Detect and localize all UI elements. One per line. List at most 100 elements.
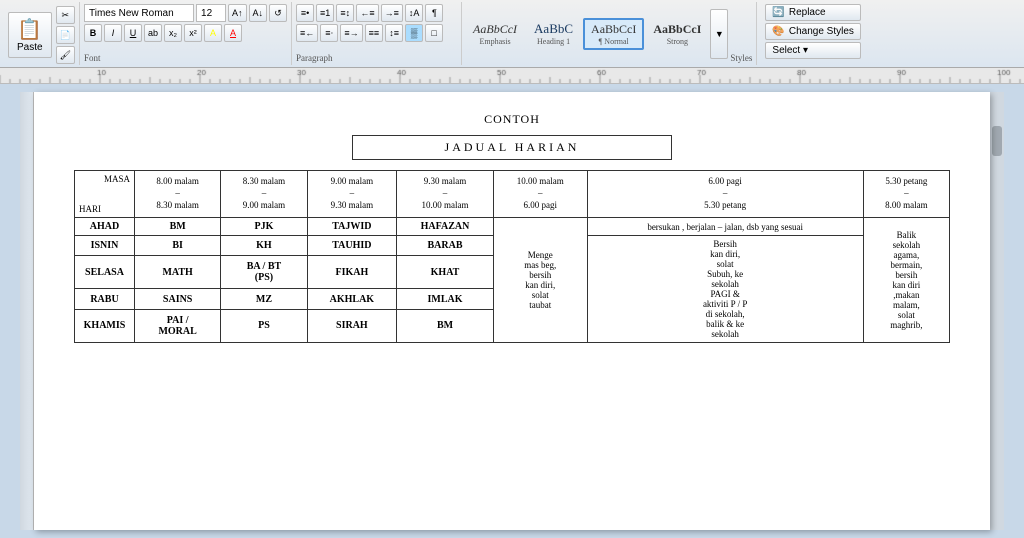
style-heading1[interactable]: AaBbC Heading 1 bbox=[526, 18, 581, 49]
increase-indent-button[interactable]: →≡ bbox=[381, 4, 403, 22]
styles-scroll-button[interactable]: ▼ bbox=[710, 9, 728, 59]
underline-button[interactable]: U bbox=[124, 24, 142, 42]
shading-button[interactable]: ▒ bbox=[405, 24, 423, 42]
day-khamis: KHAMIS bbox=[75, 309, 135, 342]
table-row: AHAD BM PJK TAJWID HAFAZAN Mengemas beg,… bbox=[75, 218, 950, 236]
heading1-preview: AaBbC bbox=[534, 21, 573, 37]
time-col-6: 6.00 pagi–5.30 petang bbox=[587, 171, 863, 218]
emphasis-preview: AaBbCcI bbox=[473, 22, 517, 37]
toolbar: 📋 Paste ✂ 📄 🖌 Clipboard A↑ A↓ ↺ B I U ab… bbox=[0, 0, 1024, 68]
bold-button[interactable]: B bbox=[84, 24, 102, 42]
strikethrough-button[interactable]: ab bbox=[144, 24, 162, 42]
strong-preview: AaBbCcI bbox=[653, 22, 701, 37]
paste-button[interactable]: 📋 Paste bbox=[8, 12, 52, 58]
font-size-input[interactable] bbox=[196, 4, 226, 22]
jadual-title-box: JADUAL HARIAN bbox=[352, 135, 672, 160]
clear-format-button[interactable]: ↺ bbox=[269, 4, 287, 22]
khamis-col4: BM bbox=[397, 309, 494, 342]
subscript-button[interactable]: x₂ bbox=[164, 24, 182, 42]
paragraph-label: Paragraph bbox=[296, 51, 457, 63]
isnin-col3: TAUHID bbox=[307, 236, 397, 256]
doc-title: CONTOH bbox=[74, 112, 950, 127]
selasa-col3: FIKAH bbox=[307, 256, 397, 289]
time-col-5: 10.00 malam–6.00 pagi bbox=[493, 171, 587, 218]
font-color-button[interactable]: A bbox=[224, 24, 242, 42]
ahad-col3: TAJWID bbox=[307, 218, 397, 236]
replace-icon: 🔄 bbox=[772, 7, 784, 18]
selasa-col1: MATH bbox=[135, 256, 221, 289]
shrink-font-button[interactable]: A↓ bbox=[249, 4, 268, 22]
font-label: Font bbox=[84, 51, 287, 63]
font-name-input[interactable] bbox=[84, 4, 194, 22]
justify-button[interactable]: ≡≡ bbox=[365, 24, 384, 42]
styles-label: Styles bbox=[730, 51, 752, 63]
align-center-button[interactable]: ≡⋅ bbox=[320, 24, 338, 42]
day-isnin: ISNIN bbox=[75, 236, 135, 256]
rabu-col1: SAINS bbox=[135, 289, 221, 309]
change-styles-button[interactable]: 🎨 Change Styles bbox=[765, 23, 861, 40]
rabu-col3: AKHLAK bbox=[307, 289, 397, 309]
rabu-col4: IMLAK bbox=[397, 289, 494, 309]
paragraph-group: ≡• ≡1 ≡↕ ←≡ →≡ ↕A ¶ ≡← ≡⋅ ≡→ ≡≡ ↕≡ ▒ □ P… bbox=[292, 2, 462, 65]
khamis-col3: SIRAH bbox=[307, 309, 397, 342]
ruler bbox=[0, 68, 1024, 84]
day-rabu: RABU bbox=[75, 289, 135, 309]
line-spacing-button[interactable]: ↕≡ bbox=[385, 24, 403, 42]
khamis-col2: PS bbox=[221, 309, 307, 342]
selasa-col4: KHAT bbox=[397, 256, 494, 289]
copy-button[interactable]: 📄 bbox=[56, 26, 75, 44]
bullets-button[interactable]: ≡• bbox=[296, 4, 314, 22]
select-button[interactable]: Select ▾ bbox=[765, 42, 861, 59]
italic-button[interactable]: I bbox=[104, 24, 122, 42]
numbering-button[interactable]: ≡1 bbox=[316, 4, 334, 22]
ahad-col6: bersukan , berjalan – jalan, dsb yang se… bbox=[587, 218, 863, 236]
document-page[interactable]: CONTOH JADUAL HARIAN MASA HARI 8.00 mala… bbox=[34, 92, 990, 530]
change-styles-label: Change Styles bbox=[789, 26, 854, 37]
show-marks-button[interactable]: ¶ bbox=[425, 4, 443, 22]
selasa-col2: BA / BT(PS) bbox=[221, 256, 307, 289]
styles-group: AaBbCcI Emphasis AaBbC Heading 1 AaBbCcI… bbox=[462, 2, 757, 65]
sort-button[interactable]: ↕A bbox=[405, 4, 424, 22]
time-col-1: 8.00 malam–8.30 malam bbox=[135, 171, 221, 218]
day-ahad: AHAD bbox=[75, 218, 135, 236]
border-button[interactable]: □ bbox=[425, 24, 443, 42]
right-scrollbar[interactable] bbox=[990, 92, 1004, 530]
replace-button[interactable]: 🔄 Replace bbox=[765, 4, 861, 21]
document-area: CONTOH JADUAL HARIAN MASA HARI 8.00 mala… bbox=[0, 84, 1024, 538]
style-emphasis[interactable]: AaBbCcI Emphasis bbox=[466, 19, 524, 49]
hari-label: HARI bbox=[79, 184, 130, 214]
masa-label: MASA bbox=[79, 174, 130, 184]
decrease-indent-button[interactable]: ←≡ bbox=[356, 4, 378, 22]
align-right-button[interactable]: ≡→ bbox=[340, 24, 362, 42]
format-painter-button[interactable]: 🖌 bbox=[56, 46, 75, 64]
align-left-button[interactable]: ≡← bbox=[296, 24, 318, 42]
ahad-col4: HAFAZAN bbox=[397, 218, 494, 236]
normal-label: ¶ Normal bbox=[599, 37, 629, 46]
merged-col-activities: Mengemas beg,bersihkan diri,solattaubat bbox=[493, 218, 587, 343]
time-col-3: 9.00 malam–9.30 malam bbox=[307, 171, 397, 218]
emphasis-label: Emphasis bbox=[479, 37, 510, 46]
merged-col-morning: Baliksekolahagama,bermain,bersihkan diri… bbox=[863, 218, 949, 343]
rabu-col2: MZ bbox=[221, 289, 307, 309]
style-normal[interactable]: AaBbCcI ¶ Normal bbox=[583, 18, 644, 50]
cut-button[interactable]: ✂ bbox=[56, 6, 75, 24]
superscript-button[interactable]: x² bbox=[184, 24, 202, 42]
font-group: A↑ A↓ ↺ B I U ab x₂ x² A A Font bbox=[80, 2, 292, 65]
time-col-2: 8.30 malam–9.00 malam bbox=[221, 171, 307, 218]
style-strong[interactable]: AaBbCcI Strong bbox=[646, 19, 708, 49]
heading1-label: Heading 1 bbox=[537, 37, 570, 46]
replace-label: Replace bbox=[789, 7, 826, 18]
grow-font-button[interactable]: A↑ bbox=[228, 4, 247, 22]
select-label: Select ▾ bbox=[772, 45, 808, 56]
multilevel-button[interactable]: ≡↕ bbox=[336, 4, 354, 22]
khamis-col1: PAI /MORAL bbox=[135, 309, 221, 342]
isnin-col4: BARAB bbox=[397, 236, 494, 256]
normal-preview: AaBbCcI bbox=[591, 22, 636, 37]
highlight-button[interactable]: A bbox=[204, 24, 222, 42]
merged-col-subuh: Bersihkan diri,solatSubuh, kesekolahPAGI… bbox=[587, 236, 863, 343]
ahad-col1: BM bbox=[135, 218, 221, 236]
day-selasa: SELASA bbox=[75, 256, 135, 289]
scrollbar-thumb[interactable] bbox=[992, 126, 1002, 156]
schedule-table: MASA HARI 8.00 malam–8.30 malam 8.30 mal… bbox=[74, 170, 950, 343]
editing-group: 🔄 Replace 🎨 Change Styles Select ▾ bbox=[757, 2, 869, 65]
